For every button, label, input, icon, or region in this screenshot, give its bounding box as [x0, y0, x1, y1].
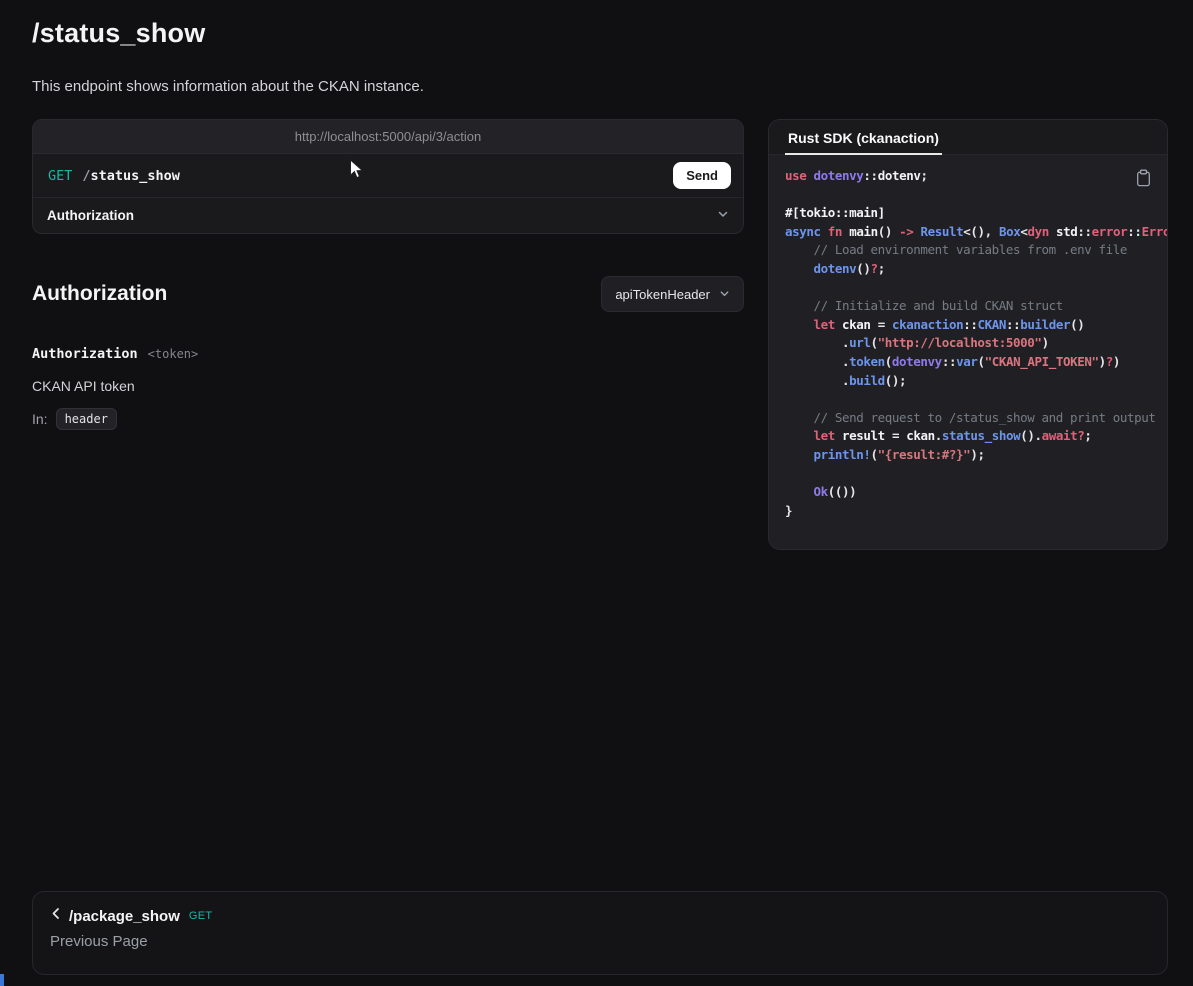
auth-scheme-dropdown[interactable]: apiTokenHeader: [601, 276, 744, 312]
corner-accent-bar: [0, 974, 4, 986]
authorization-heading: Authorization: [32, 282, 167, 306]
code-area: use dotenvy::dotenv; #[tokio::main]async…: [769, 155, 1167, 549]
request-row: GET / status_show Send: [33, 154, 743, 198]
previous-page-card[interactable]: /package_show GET Previous Page: [32, 891, 1168, 975]
auth-param-description: CKAN API token: [32, 378, 744, 394]
previous-page-label: Previous Page: [50, 933, 1150, 950]
sdk-card-header: Rust SDK (ckanaction): [769, 120, 1167, 155]
send-button[interactable]: Send: [673, 162, 731, 189]
auth-in-row: In: header: [32, 408, 744, 430]
api-request-card: http://localhost:5000/api/3/action GET /…: [32, 119, 744, 234]
code-block: use dotenvy::dotenv; #[tokio::main]async…: [785, 167, 1167, 520]
auth-scheme-selected: apiTokenHeader: [615, 287, 710, 302]
auth-param-token-placeholder: <token>: [148, 347, 199, 361]
page: /status_show This endpoint shows informa…: [0, 0, 1193, 550]
auth-param-name: Authorization: [32, 346, 138, 362]
auth-param-row: Authorization <token>: [32, 346, 744, 362]
endpoint-path: status_show: [91, 168, 180, 184]
previous-page-link: /package_show GET: [50, 907, 1150, 925]
right-column: Rust SDK (ckanaction) use dotenvy::doten…: [768, 119, 1168, 550]
chevron-left-icon: [50, 907, 62, 925]
page-title: /status_show: [32, 17, 1168, 49]
sdk-example-card: Rust SDK (ckanaction) use dotenvy::doten…: [768, 119, 1168, 550]
auth-in-label: In:: [32, 411, 48, 427]
previous-endpoint-method: GET: [189, 910, 213, 922]
base-url-bar[interactable]: http://localhost:5000/api/3/action: [33, 120, 743, 154]
clipboard-icon: [1136, 175, 1151, 190]
authorization-row-label: Authorization: [47, 208, 134, 223]
copy-code-button[interactable]: [1134, 167, 1153, 192]
page-description: This endpoint shows information about th…: [32, 77, 1168, 97]
chevron-down-icon: [717, 207, 729, 225]
auth-in-value-badge: header: [56, 408, 117, 430]
endpoint-path-slash: /: [82, 168, 90, 184]
left-column: http://localhost:5000/api/3/action GET /…: [32, 119, 744, 430]
previous-endpoint-title: /package_show: [69, 908, 180, 925]
http-method-label: GET: [48, 168, 72, 184]
content-columns: http://localhost:5000/api/3/action GET /…: [32, 119, 1168, 550]
authorization-collapsible-row[interactable]: Authorization: [33, 198, 743, 233]
chevron-down-icon: [719, 287, 730, 302]
sdk-tab-rust[interactable]: Rust SDK (ckanaction): [785, 121, 942, 155]
authorization-section-header: Authorization apiTokenHeader: [32, 276, 744, 312]
